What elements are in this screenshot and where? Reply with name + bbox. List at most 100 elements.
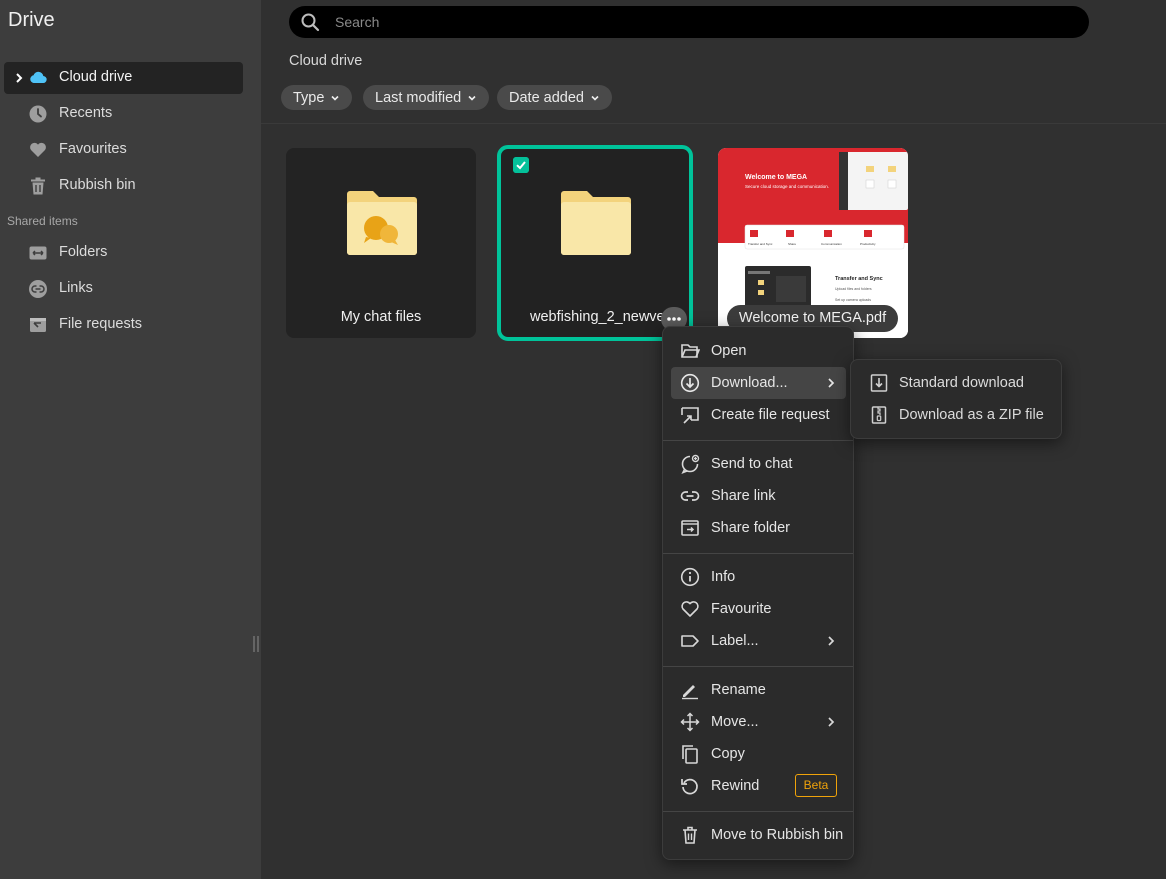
menu-item-rename[interactable]: Rename bbox=[671, 674, 846, 706]
rewind-icon bbox=[681, 778, 698, 795]
pdf-thumb-bullet: Upload files and folders bbox=[835, 287, 872, 291]
menu-item-rewind[interactable]: Rewind Beta bbox=[671, 770, 846, 802]
file-name: My chat files bbox=[340, 309, 422, 325]
pdf-thumb-tile: Transfer and Sync bbox=[748, 242, 773, 246]
menu-item-label: Download... bbox=[711, 375, 788, 391]
toolbar-divider bbox=[261, 123, 1166, 124]
filter-last-modified-button[interactable]: Last modified bbox=[363, 85, 490, 110]
filter-date-added-button[interactable]: Date added bbox=[497, 85, 612, 110]
menu-item-label: Copy bbox=[711, 746, 745, 762]
search-bar[interactable] bbox=[289, 6, 1089, 38]
sidebar-item-label: Recents bbox=[59, 105, 113, 121]
menu-item-share-folder[interactable]: Share folder bbox=[671, 512, 846, 544]
sidebar-item-label: Cloud drive bbox=[59, 69, 133, 85]
pdf-thumb-sub: Secure cloud storage and communication. bbox=[745, 184, 829, 189]
pdf-thumb-bullet: Set up camera uploads bbox=[835, 298, 871, 302]
menu-item-label: Rewind bbox=[711, 778, 760, 794]
filter-label: Date added bbox=[509, 89, 584, 106]
chevron-down-icon bbox=[331, 95, 340, 101]
menu-item-move-to-rubbish-bin[interactable]: Move to Rubbish bin bbox=[671, 819, 846, 851]
submenu-item-download-zip[interactable]: Download as a ZIP file bbox=[859, 399, 1055, 431]
menu-separator bbox=[663, 440, 853, 441]
file-card-webfishing[interactable]: webfishing_2_newver bbox=[497, 145, 693, 341]
pdf-thumb-heading: Welcome to MEGA bbox=[745, 174, 807, 181]
heart-icon bbox=[30, 142, 46, 157]
file-name: webfishing_2_newver bbox=[530, 309, 670, 325]
link-icon bbox=[680, 491, 700, 501]
context-menu: Open Download... Create file request Sen… bbox=[662, 326, 854, 860]
download-circle-icon bbox=[680, 373, 700, 393]
chevron-right-icon bbox=[828, 717, 835, 727]
shared-folder-icon bbox=[29, 246, 47, 260]
move-icon bbox=[680, 712, 700, 732]
search-icon bbox=[301, 13, 320, 32]
menu-item-label: Info bbox=[711, 569, 736, 585]
menu-item-label[interactable]: Label... bbox=[671, 625, 846, 657]
sidebar-item-links[interactable]: Links bbox=[4, 273, 243, 305]
menu-item-label: Rename bbox=[711, 682, 766, 698]
menu-separator bbox=[663, 811, 853, 812]
menu-separator bbox=[663, 666, 853, 667]
menu-item-download[interactable]: Download... bbox=[671, 367, 846, 399]
menu-item-label: Move to Rubbish bin bbox=[711, 827, 844, 843]
submenu-item-label: Standard download bbox=[899, 375, 1024, 391]
pdf-thumb-section: Transfer and Sync bbox=[835, 276, 883, 282]
filter-type-button[interactable]: Type bbox=[281, 85, 353, 110]
breadcrumb[interactable]: Cloud drive bbox=[289, 53, 362, 69]
sidebar-item-cloud-drive[interactable]: Cloud drive bbox=[4, 62, 243, 94]
menu-item-open[interactable]: Open bbox=[671, 335, 846, 367]
sidebar-item-folders[interactable]: Folders bbox=[4, 237, 243, 269]
heart-outline-icon bbox=[681, 601, 699, 617]
pdf-thumb-tile: Share bbox=[788, 242, 796, 246]
chat-folder-icon bbox=[347, 191, 417, 255]
folder-open-icon bbox=[681, 344, 700, 358]
chevron-down-icon bbox=[591, 95, 599, 101]
file-card-my-chat-files[interactable]: My chat files bbox=[286, 148, 476, 338]
checkbox-checked-icon[interactable] bbox=[513, 157, 529, 173]
pdf-thumb-tile: Productivity bbox=[860, 242, 876, 246]
menu-item-label: Move... bbox=[711, 714, 759, 730]
menu-item-move[interactable]: Move... bbox=[671, 706, 846, 738]
menu-item-send-to-chat[interactable]: Send to chat bbox=[671, 448, 846, 480]
menu-item-label: Create file request bbox=[711, 407, 830, 423]
send-chat-icon bbox=[681, 454, 700, 474]
menu-separator bbox=[663, 553, 853, 554]
sidebar-item-label: Favourites bbox=[59, 141, 127, 157]
sidebar-title: Drive bbox=[8, 9, 55, 31]
menu-item-label: Share folder bbox=[711, 520, 790, 536]
menu-item-share-link[interactable]: Share link bbox=[671, 480, 846, 512]
sidebar-item-label: Links bbox=[59, 280, 93, 296]
file-card-welcome-pdf[interactable]: Welcome to MEGA Secure cloud storage and… bbox=[718, 148, 908, 338]
sidebar: Drive Cloud drive Recents Favourites Rub… bbox=[0, 0, 261, 879]
more-dots-icon bbox=[667, 317, 681, 321]
sidebar-item-rubbish-bin[interactable]: Rubbish bin bbox=[4, 170, 243, 202]
menu-item-favourite[interactable]: Favourite bbox=[671, 593, 846, 625]
share-folder-icon bbox=[681, 520, 699, 536]
search-input[interactable] bbox=[335, 12, 1035, 32]
menu-item-create-file-request[interactable]: Create file request bbox=[671, 399, 846, 431]
menu-item-copy[interactable]: Copy bbox=[671, 738, 846, 770]
pdf-thumb-tile: Communication bbox=[821, 242, 842, 246]
beta-badge: Beta bbox=[795, 774, 837, 797]
copy-icon bbox=[682, 745, 698, 764]
sidebar-item-file-requests[interactable]: File requests bbox=[4, 309, 243, 341]
sidebar-item-label: Rubbish bin bbox=[59, 177, 136, 193]
file-request-icon bbox=[30, 318, 46, 332]
folder-icon bbox=[561, 191, 631, 255]
download-file-icon bbox=[870, 374, 888, 392]
shared-items-heading: Shared items bbox=[7, 214, 78, 228]
menu-item-label: Share link bbox=[711, 488, 776, 504]
filter-label: Last modified bbox=[375, 89, 462, 106]
menu-item-label: Send to chat bbox=[711, 456, 793, 472]
submenu-item-label: Download as a ZIP file bbox=[899, 407, 1044, 423]
submenu-item-standard-download[interactable]: Standard download bbox=[859, 367, 1055, 399]
tag-icon bbox=[681, 635, 699, 647]
menu-item-info[interactable]: Info bbox=[671, 561, 846, 593]
sidebar-item-favourites[interactable]: Favourites bbox=[4, 134, 243, 166]
cloud-icon bbox=[30, 71, 47, 84]
file-request-icon bbox=[681, 407, 699, 424]
menu-item-label: Open bbox=[711, 343, 747, 359]
sidebar-resize-handle[interactable] bbox=[252, 636, 260, 652]
link-icon bbox=[29, 280, 47, 298]
sidebar-item-recents[interactable]: Recents bbox=[4, 98, 243, 130]
